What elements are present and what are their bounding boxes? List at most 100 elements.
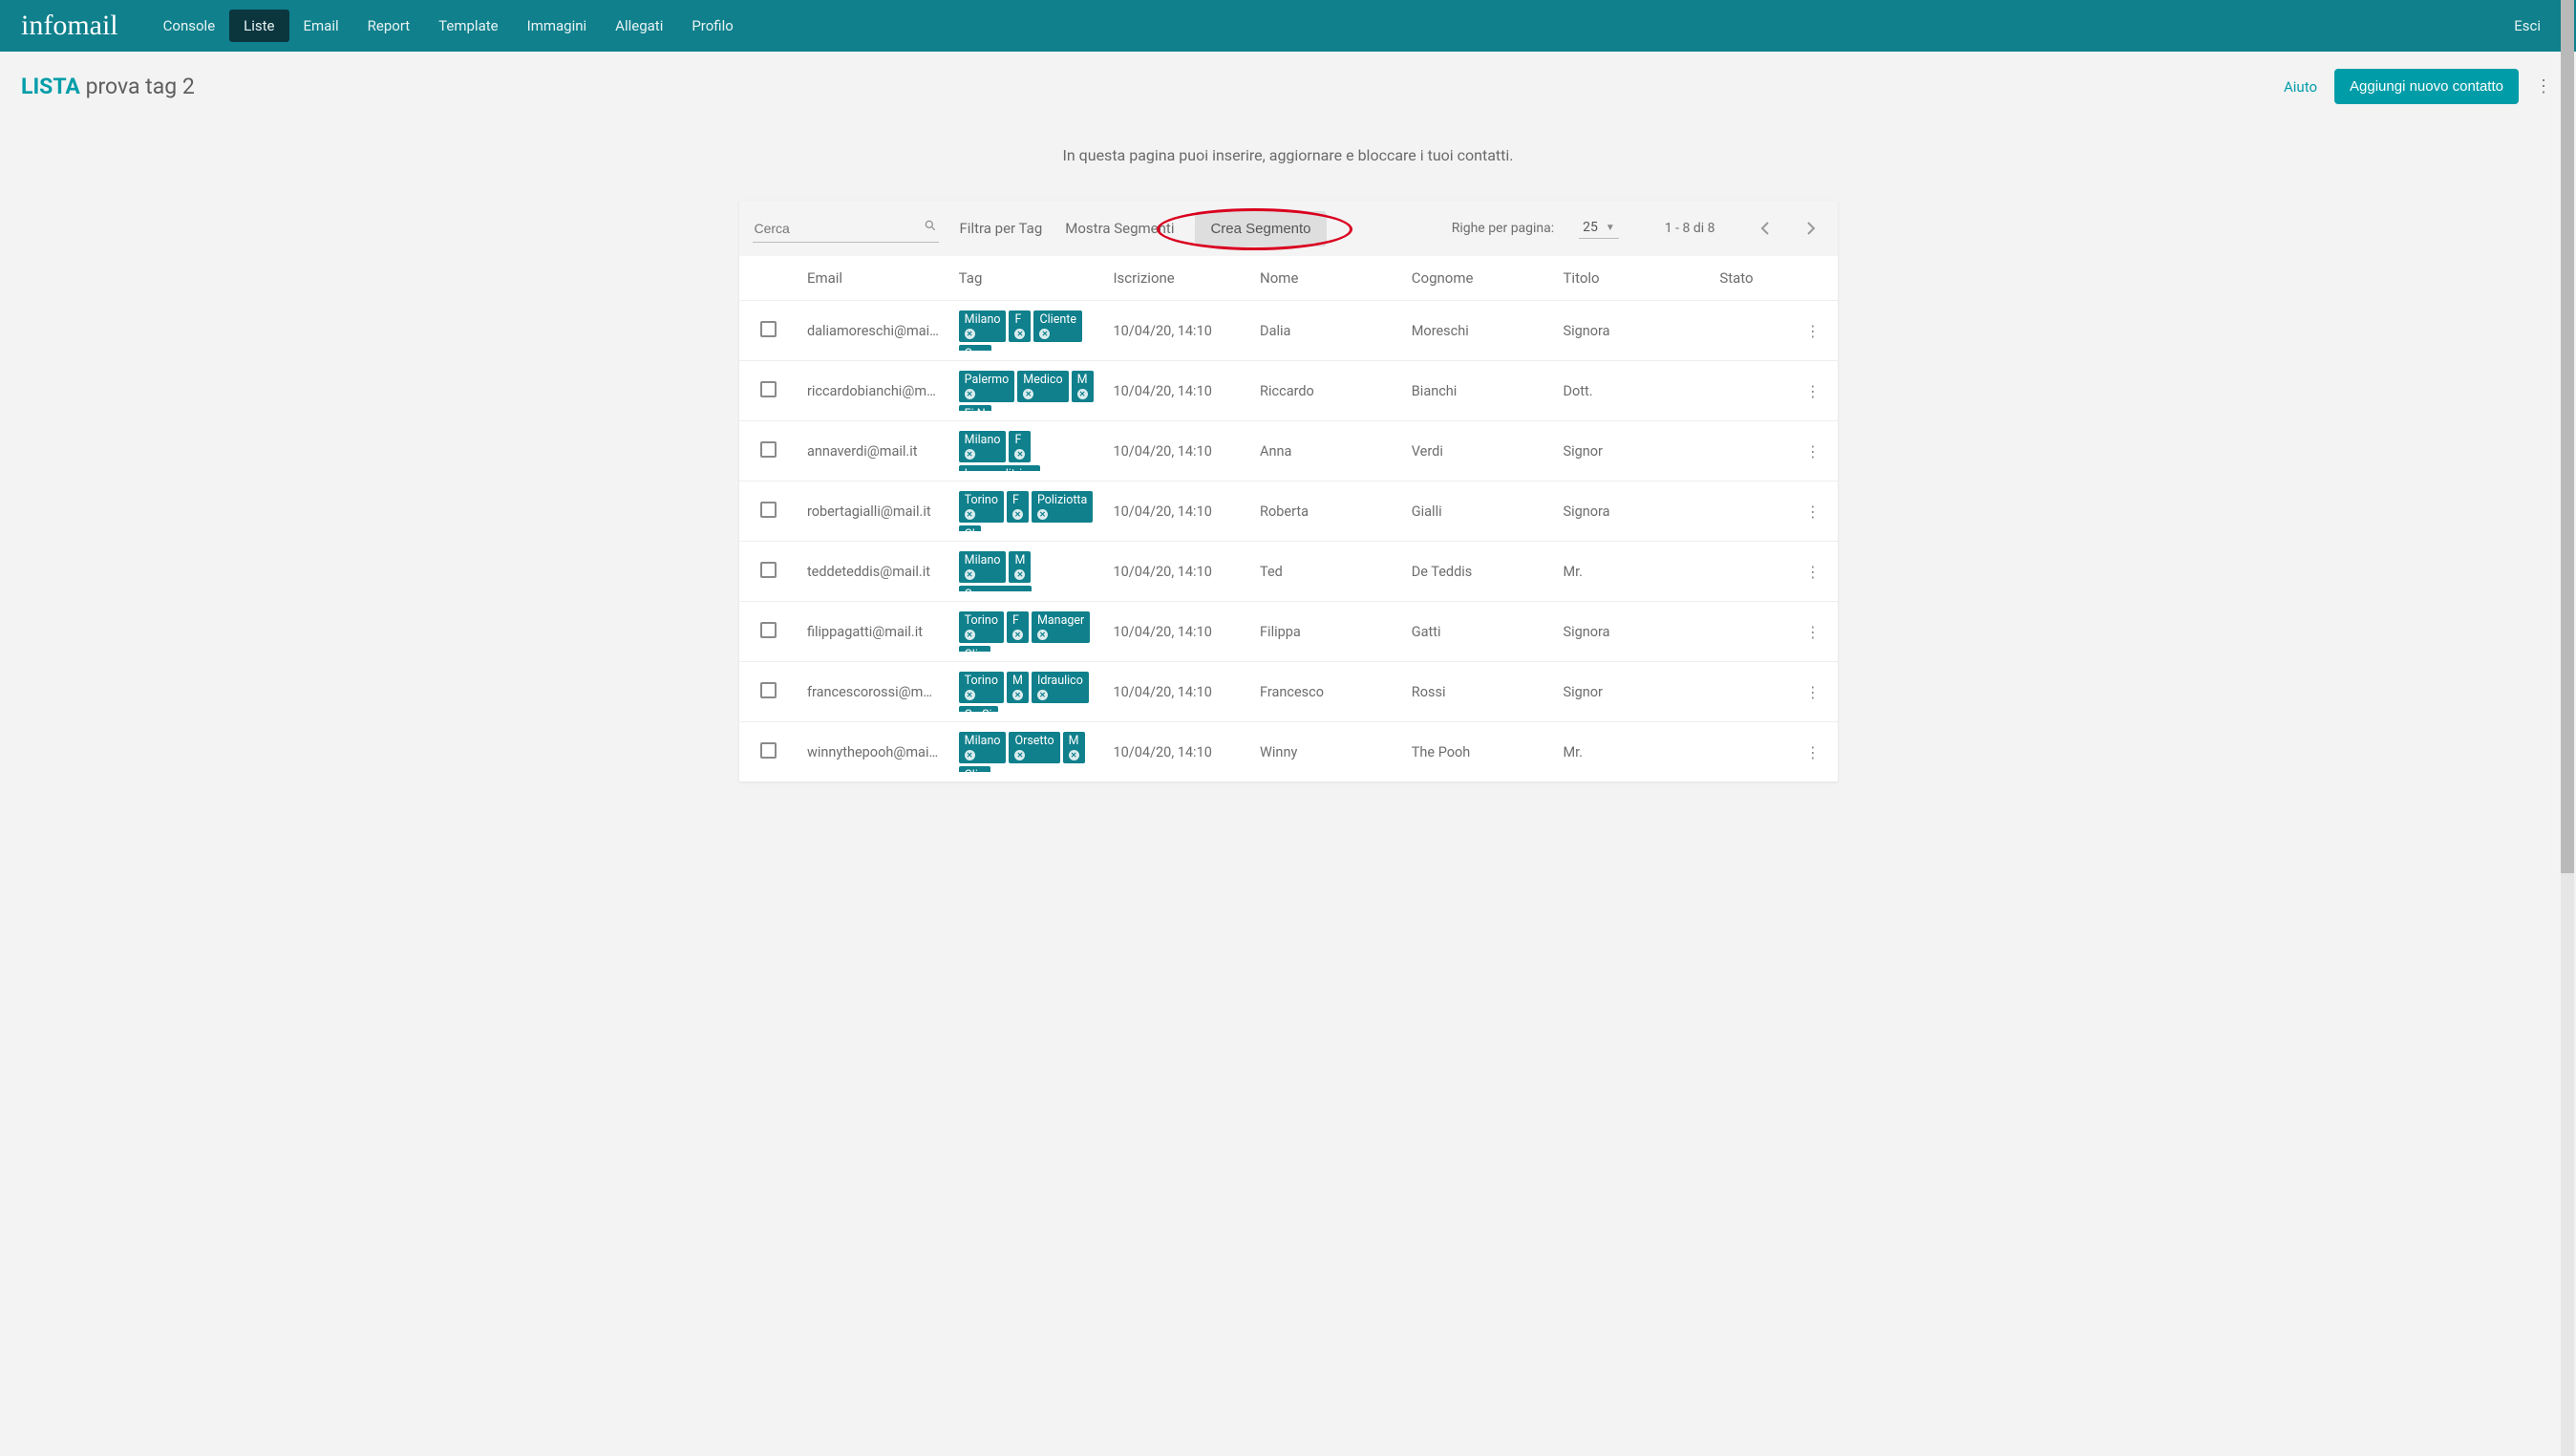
row-more-icon[interactable]: ⋮ bbox=[1805, 442, 1820, 460]
tag-chip[interactable]: Milano✕ bbox=[959, 310, 1007, 342]
nav-item-email[interactable]: Email bbox=[289, 10, 353, 42]
tag-remove-icon[interactable]: ✕ bbox=[1012, 630, 1023, 640]
nav-item-immagini[interactable]: Immagini bbox=[513, 10, 602, 42]
tag-chip[interactable]: F✕ bbox=[1007, 491, 1029, 523]
col-header-email[interactable]: Email bbox=[798, 256, 949, 301]
tag-chip[interactable]: Medico✕ bbox=[1017, 371, 1068, 402]
prev-page-button[interactable] bbox=[1752, 215, 1778, 242]
tag-chip[interactable]: Con✕ bbox=[959, 345, 991, 351]
row-more-icon[interactable]: ⋮ bbox=[1805, 623, 1820, 641]
add-contact-button[interactable]: Aggiungi nuovo contatto bbox=[2334, 69, 2519, 104]
col-header-nome[interactable]: Nome bbox=[1250, 256, 1402, 301]
tag-remove-icon[interactable]: ✕ bbox=[1023, 389, 1033, 399]
tag-remove-icon[interactable]: ✕ bbox=[1014, 569, 1025, 580]
next-page-button[interactable] bbox=[1798, 215, 1824, 242]
nav-item-console[interactable]: Console bbox=[149, 10, 230, 42]
tag-chip[interactable]: Manager✕ bbox=[1032, 611, 1090, 643]
tag-chip[interactable]: M✕ bbox=[1063, 732, 1085, 763]
help-link[interactable]: Aiuto bbox=[2284, 78, 2317, 96]
tag-remove-icon[interactable]: ✕ bbox=[1014, 449, 1025, 460]
tag-chip[interactable]: Ga Si✕ bbox=[959, 706, 998, 712]
tag-remove-icon[interactable]: ✕ bbox=[965, 690, 975, 700]
col-header-titolo[interactable]: Titolo bbox=[1553, 256, 1710, 301]
tag-remove-icon[interactable]: ✕ bbox=[1012, 690, 1023, 700]
row-checkbox[interactable] bbox=[760, 742, 777, 759]
col-header-iscrizione[interactable]: Iscrizione bbox=[1103, 256, 1250, 301]
col-header-tag[interactable]: Tag bbox=[949, 256, 1104, 301]
row-checkbox[interactable] bbox=[760, 441, 777, 458]
tag-chip[interactable]: Poliziotta✕ bbox=[1032, 491, 1093, 523]
tag-chip[interactable]: F✕ bbox=[1007, 611, 1029, 643]
tag-chip[interactable]: M✕ bbox=[1072, 371, 1094, 402]
row-more-icon[interactable]: ⋮ bbox=[1805, 683, 1820, 701]
rows-per-page-select[interactable]: 25 ▼ bbox=[1579, 218, 1619, 239]
tag-chip[interactable]: Torino✕ bbox=[959, 611, 1004, 643]
tag-remove-icon[interactable]: ✕ bbox=[1014, 329, 1025, 339]
tag-remove-icon[interactable]: ✕ bbox=[965, 329, 975, 339]
tag-chip[interactable]: Cl✕ bbox=[959, 525, 981, 531]
nav-item-report[interactable]: Report bbox=[353, 10, 425, 42]
tag-chip[interactable]: Torino✕ bbox=[959, 491, 1004, 523]
tag-chip[interactable]: Torino✕ bbox=[959, 672, 1004, 703]
show-segments-link[interactable]: Mostra Segmenti bbox=[1063, 216, 1176, 241]
row-checkbox[interactable] bbox=[760, 381, 777, 397]
col-header-cognome[interactable]: Cognome bbox=[1402, 256, 1554, 301]
row-checkbox[interactable] bbox=[760, 502, 777, 518]
tag-chip[interactable]: Clie✕ bbox=[959, 766, 990, 772]
row-more-icon[interactable]: ⋮ bbox=[1805, 563, 1820, 581]
tag-remove-icon[interactable]: ✕ bbox=[965, 389, 975, 399]
search-input[interactable] bbox=[753, 215, 939, 243]
tag-chip[interactable]: Imprenditrice✕ bbox=[959, 465, 1041, 471]
scrollbar-thumb[interactable] bbox=[2561, 0, 2574, 873]
nav-item-allegati[interactable]: Allegati bbox=[601, 10, 677, 42]
tag-chip[interactable]: Fi N✕ bbox=[959, 405, 991, 411]
tag-remove-icon[interactable]: ✕ bbox=[1039, 329, 1050, 339]
tag-remove-icon[interactable]: ✕ bbox=[965, 509, 975, 520]
tag-remove-icon[interactable]: ✕ bbox=[1014, 750, 1025, 760]
filter-by-tag-link[interactable]: Filtra per Tag bbox=[958, 216, 1045, 241]
nav-item-liste[interactable]: Liste bbox=[229, 10, 288, 42]
create-segment-button[interactable]: Crea Segmento bbox=[1195, 211, 1326, 246]
tag-remove-icon[interactable]: ✕ bbox=[1037, 690, 1048, 700]
tag-chip[interactable]: F✕ bbox=[1009, 431, 1031, 462]
tag-chip[interactable]: Idraulico✕ bbox=[1032, 672, 1089, 703]
tag-chip[interactable]: Cliente✕ bbox=[1033, 310, 1081, 342]
tag-remove-icon[interactable]: ✕ bbox=[1037, 509, 1048, 520]
row-checkbox[interactable] bbox=[760, 321, 777, 337]
row-checkbox[interactable] bbox=[760, 682, 777, 698]
tag-remove-icon[interactable]: ✕ bbox=[965, 750, 975, 760]
chevron-right-icon bbox=[1806, 221, 1816, 236]
tag-chip[interactable]: M✕ bbox=[1009, 551, 1031, 583]
tag-chip-label: M bbox=[1012, 674, 1023, 688]
nav-item-template[interactable]: Template bbox=[424, 10, 512, 42]
row-more-icon[interactable]: ⋮ bbox=[1805, 382, 1820, 400]
nav-item-profilo[interactable]: Profilo bbox=[677, 10, 747, 42]
tag-chip[interactable]: Milano✕ bbox=[959, 551, 1007, 583]
tag-chip[interactable]: Commesso✕ bbox=[959, 586, 1032, 591]
header-more-icon[interactable]: ⋮ bbox=[2532, 76, 2555, 96]
tag-chip[interactable]: M✕ bbox=[1007, 672, 1029, 703]
col-header-stato[interactable]: Stato bbox=[1710, 256, 1788, 301]
search-icon[interactable] bbox=[924, 219, 937, 236]
nav-exit[interactable]: Esci bbox=[2500, 10, 2555, 42]
tag-remove-icon[interactable]: ✕ bbox=[965, 630, 975, 640]
tag-remove-icon[interactable]: ✕ bbox=[1037, 630, 1048, 640]
row-more-icon[interactable]: ⋮ bbox=[1805, 322, 1820, 340]
tag-remove-icon[interactable]: ✕ bbox=[1069, 750, 1079, 760]
tag-remove-icon[interactable]: ✕ bbox=[1012, 509, 1023, 520]
row-more-icon[interactable]: ⋮ bbox=[1805, 503, 1820, 521]
tag-remove-icon[interactable]: ✕ bbox=[965, 449, 975, 460]
row-checkbox[interactable] bbox=[760, 562, 777, 578]
tag-remove-icon[interactable]: ✕ bbox=[1077, 389, 1088, 399]
tag-chip[interactable]: Orsetto✕ bbox=[1009, 732, 1059, 763]
tag-chip[interactable]: Milano✕ bbox=[959, 732, 1007, 763]
row-more-icon[interactable]: ⋮ bbox=[1805, 743, 1820, 761]
tag-chip[interactable]: Palermo✕ bbox=[959, 371, 1015, 402]
vertical-scrollbar[interactable] bbox=[2561, 0, 2574, 1456]
tag-chip[interactable]: F✕ bbox=[1009, 310, 1031, 342]
row-checkbox[interactable] bbox=[760, 622, 777, 638]
tag-chip[interactable]: Milano✕ bbox=[959, 431, 1007, 462]
tag-remove-icon[interactable]: ✕ bbox=[965, 569, 975, 580]
tag-chip[interactable]: Clie✕ bbox=[959, 646, 990, 652]
cell-titolo: Dott. bbox=[1553, 361, 1710, 421]
